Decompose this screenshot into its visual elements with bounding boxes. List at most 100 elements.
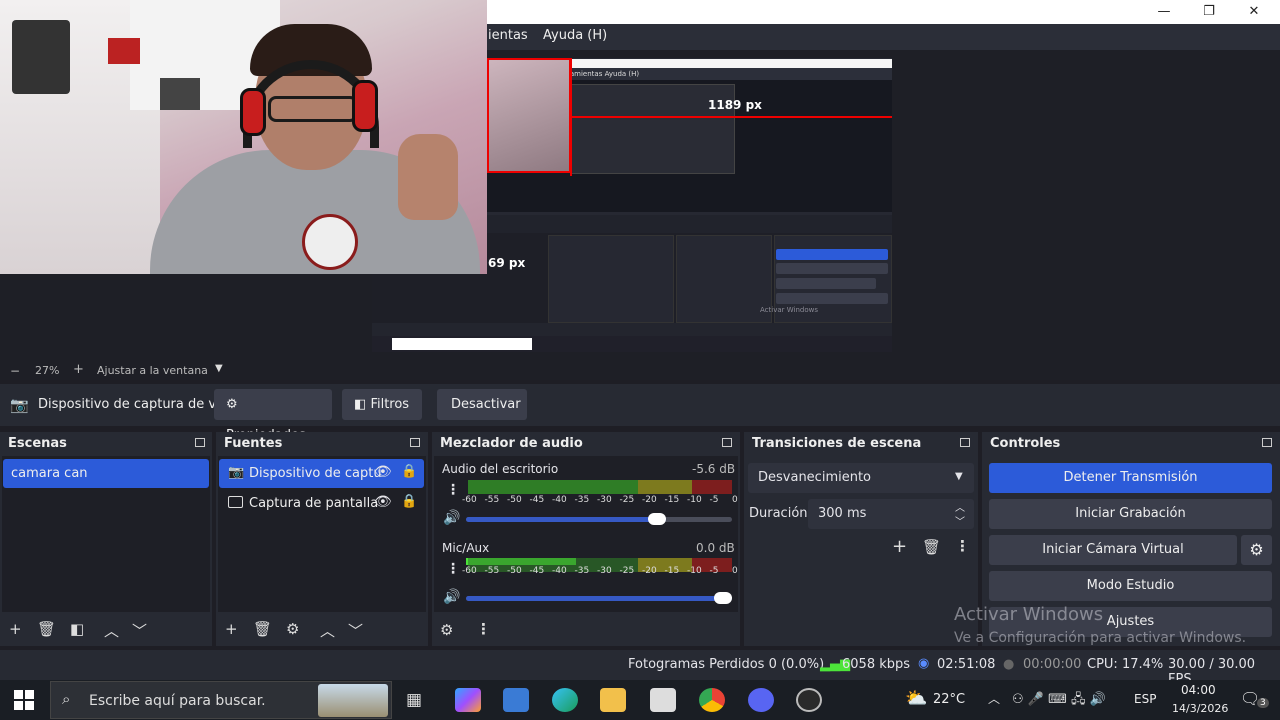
stop-stream-button[interactable]: Detener Transmisión bbox=[989, 463, 1272, 493]
meter-scale-tick: -50 bbox=[507, 566, 522, 576]
add-scene-icon[interactable]: + bbox=[9, 620, 22, 638]
filters-button[interactable]: ◧ Filtros bbox=[342, 389, 422, 420]
float-dock-icon[interactable] bbox=[195, 438, 205, 447]
meter-scale-tick: -5 bbox=[709, 566, 719, 576]
sources-title: Fuentes bbox=[224, 436, 283, 451]
virtual-camera-settings-icon[interactable]: ⚙ bbox=[1241, 535, 1272, 565]
start-recording-button[interactable]: Iniciar Grabación bbox=[989, 499, 1272, 529]
meter-scale-tick: 0 bbox=[732, 566, 738, 576]
speaker-icon[interactable]: 🔊 bbox=[443, 589, 460, 605]
meter-scale-tick: -35 bbox=[574, 495, 590, 505]
studio-mode-button[interactable]: Modo Estudio bbox=[989, 571, 1272, 601]
language-indicator[interactable]: ESP bbox=[1134, 692, 1156, 706]
nested-source-bar bbox=[487, 215, 892, 233]
nested-vcam-button bbox=[776, 278, 876, 289]
remove-scene-icon[interactable]: 🗑 bbox=[37, 620, 56, 638]
meter-scale-tick: 0 bbox=[732, 495, 738, 505]
add-source-icon[interactable]: + bbox=[225, 620, 238, 638]
clock-date[interactable]: 14/3/2026 bbox=[1172, 702, 1228, 715]
notification-count: 3 bbox=[1257, 698, 1269, 708]
edge-icon[interactable] bbox=[552, 688, 578, 712]
volume-meter-green bbox=[468, 480, 638, 494]
meter-scale-tick: -25 bbox=[619, 566, 635, 576]
fit-to-window[interactable]: Ajustar a la ventana bbox=[97, 364, 208, 377]
move-down-icon[interactable]: ﹀ bbox=[348, 620, 363, 641]
menu-tools[interactable]: ientas bbox=[488, 28, 528, 43]
search-highlight-image bbox=[318, 684, 388, 717]
task-view-icon[interactable]: ▦ bbox=[406, 690, 422, 710]
mixer-menu-icon[interactable]: ⋮ bbox=[476, 620, 491, 638]
remove-transition-icon[interactable]: 🗑 bbox=[922, 538, 941, 556]
transition-menu-icon[interactable]: ⋮ bbox=[955, 537, 970, 555]
float-dock-icon[interactable] bbox=[960, 438, 970, 447]
lock-icon[interactable]: 🔒 bbox=[401, 464, 417, 479]
move-up-icon[interactable]: ︿ bbox=[104, 620, 119, 641]
nested-watermark: Activar Windows bbox=[760, 306, 818, 314]
transition-select-value: Desvanecimiento bbox=[758, 470, 872, 485]
activation-watermark-text: Ve a Configuración para activar Windows. bbox=[954, 630, 1247, 646]
volume-slider-knob[interactable] bbox=[714, 592, 732, 604]
mail-icon[interactable] bbox=[650, 688, 676, 712]
clock-time[interactable]: 04:00 bbox=[1181, 683, 1216, 697]
meter-scale-tick: -55 bbox=[484, 566, 500, 576]
source-item[interactable]: Dispositivo de captu bbox=[219, 459, 424, 488]
windows-start-icon[interactable] bbox=[14, 690, 34, 710]
start-virtual-camera-button[interactable]: Iniciar Cámara Virtual bbox=[989, 535, 1237, 565]
nested-webcam-frame bbox=[487, 58, 571, 173]
deactivate-button[interactable]: Desactivar bbox=[437, 389, 527, 420]
minimize-button[interactable]: — bbox=[1142, 2, 1186, 22]
store-icon[interactable] bbox=[503, 688, 529, 712]
zoom-in-button[interactable]: + bbox=[73, 362, 84, 377]
activation-watermark-title: Activar Windows bbox=[954, 604, 1104, 625]
lock-icon[interactable]: 🔒 bbox=[401, 494, 417, 509]
tray-chevron-icon[interactable]: ︿ bbox=[988, 690, 1000, 707]
add-transition-icon[interactable]: + bbox=[892, 536, 907, 557]
file-explorer-icon[interactable] bbox=[600, 688, 626, 712]
zoom-out-button[interactable]: − bbox=[10, 364, 20, 378]
advanced-audio-icon[interactable]: ⚙ bbox=[440, 621, 453, 639]
obs-icon[interactable] bbox=[796, 688, 822, 712]
webcam-speaker bbox=[12, 20, 70, 94]
float-dock-icon[interactable] bbox=[410, 438, 420, 447]
volume-slider-knob[interactable] bbox=[648, 513, 666, 525]
controls-title: Controles bbox=[990, 436, 1061, 451]
visibility-eye-icon[interactable]: 👁 bbox=[374, 494, 392, 510]
tray-icons[interactable]: ⚇ 🎤 ⌨ 🖧 🔊 bbox=[1012, 690, 1106, 712]
visibility-eye-icon[interactable]: 👁 bbox=[374, 464, 392, 480]
bitrate: 6058 kbps bbox=[842, 657, 911, 672]
copilot-icon[interactable] bbox=[455, 688, 481, 712]
properties-button[interactable]: ⚙ Propiedades bbox=[214, 389, 332, 443]
float-dock-icon[interactable] bbox=[722, 438, 732, 447]
volume-meter-yellow bbox=[638, 480, 692, 494]
chevron-down-icon[interactable]: ﹀ bbox=[955, 513, 965, 528]
chevron-up-icon[interactable]: ︿ bbox=[955, 499, 965, 514]
source-item[interactable]: Captura de pantalla bbox=[219, 489, 424, 518]
move-up-icon[interactable]: ︿ bbox=[320, 620, 335, 641]
meter-scale-tick: -10 bbox=[687, 566, 702, 576]
weather-icon[interactable]: ⛅ bbox=[905, 688, 927, 709]
nested-studio-button bbox=[776, 293, 888, 304]
meter-scale-tick: -60 bbox=[462, 566, 477, 576]
menu-help[interactable]: Ayuda (H) bbox=[543, 28, 607, 43]
zoom-dropdown-icon[interactable]: ▼ bbox=[215, 363, 223, 374]
channel-menu-icon[interactable]: ⋮ bbox=[446, 482, 460, 498]
move-down-icon[interactable]: ﹀ bbox=[132, 620, 147, 641]
remove-source-icon[interactable]: 🗑 bbox=[253, 620, 272, 638]
source-properties-icon[interactable]: ⚙ bbox=[286, 620, 299, 638]
scene-filters-icon[interactable]: ◧ bbox=[70, 620, 84, 638]
close-button[interactable]: ✕ bbox=[1232, 2, 1276, 22]
chrome-icon[interactable] bbox=[699, 688, 725, 712]
scene-item[interactable]: camara can bbox=[3, 459, 209, 488]
webcam-source[interactable] bbox=[0, 0, 487, 274]
discord-icon[interactable] bbox=[748, 688, 774, 712]
maximize-button[interactable]: ❐ bbox=[1187, 2, 1231, 22]
channel-menu-icon[interactable]: ⋮ bbox=[446, 561, 460, 577]
channel-name: Audio del escritorio bbox=[442, 462, 559, 476]
speaker-icon[interactable]: 🔊 bbox=[443, 510, 460, 526]
gear-icon: ⚙ bbox=[226, 397, 238, 412]
measure-guide-vertical bbox=[570, 58, 572, 176]
filters-label: Filtros bbox=[370, 397, 410, 412]
stream-time: 02:51:08 bbox=[937, 657, 996, 672]
float-dock-icon[interactable] bbox=[1262, 438, 1272, 447]
nested-transitions-dock bbox=[676, 235, 772, 323]
